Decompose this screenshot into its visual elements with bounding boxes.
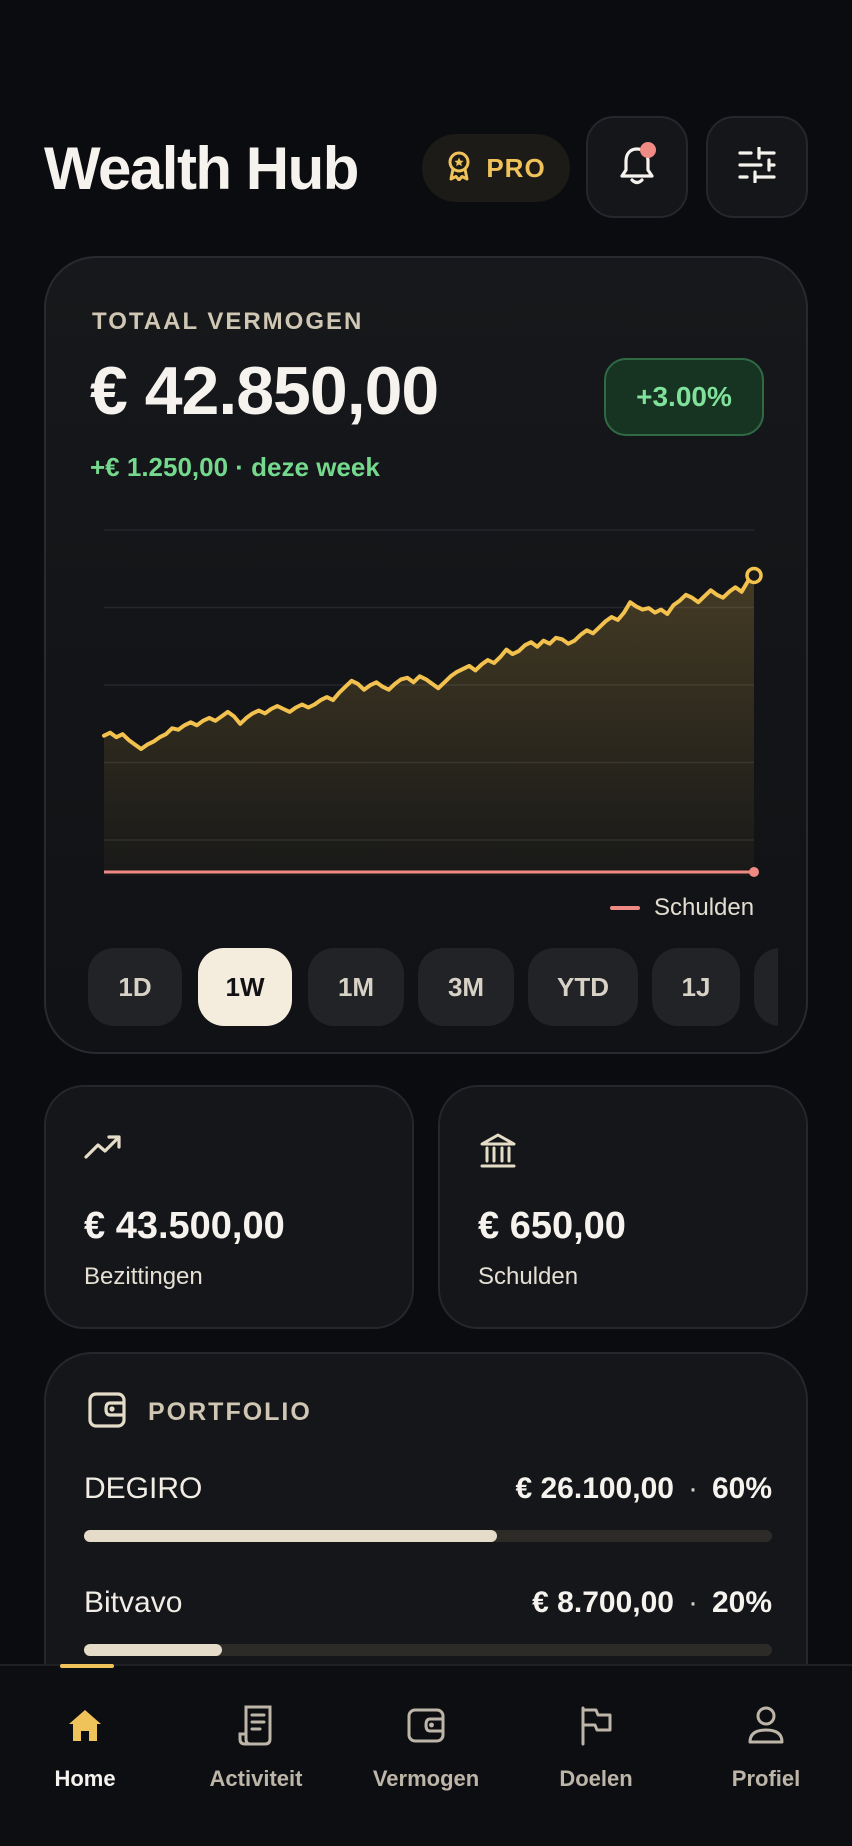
debt-end-point (749, 867, 759, 877)
nav-item-vermogen[interactable]: Vermogen (351, 1700, 501, 1800)
range-1d[interactable]: 1D (88, 948, 182, 1026)
nav-label-vermogen: Vermogen (372, 1766, 480, 1791)
range-1m[interactable]: 1M (308, 948, 404, 1026)
portfolio-item-name: DEGIRO (84, 1472, 203, 1505)
range-ytd[interactable]: YTD (528, 948, 638, 1026)
debts-amount: € 650,00 (478, 1205, 626, 1247)
filter-button[interactable] (706, 116, 808, 218)
portfolio-item-percent: 20% (711, 1586, 772, 1619)
bottom-nav: Home Activiteit Vermogen Doelen Profiel (0, 1664, 852, 1846)
portfolio-item-amount: € 26.100,00 (515, 1472, 674, 1505)
total-amount: € 42.850,00 (90, 353, 439, 429)
wealth-area (104, 575, 754, 876)
nav-item-profiel[interactable]: Profiel (691, 1700, 841, 1800)
nav-label-doelen: Doelen (559, 1766, 633, 1791)
nav-item-activiteit[interactable]: Activiteit (181, 1700, 331, 1800)
nav-label-profiel: Profiel (731, 1766, 801, 1791)
assets-amount: € 43.500,00 (84, 1205, 285, 1247)
range-1j[interactable]: 1J (652, 948, 740, 1026)
total-wealth-card: TOTAAL VERMOGEN € 42.850,00 +3.00% +€ 1.… (44, 256, 808, 1054)
portfolio-item-value: € 8.700,00 · 20% (532, 1586, 772, 1620)
trending-up-icon (84, 1131, 124, 1166)
portfolio-progress-fill (84, 1530, 497, 1542)
app-title: Wealth Hub (44, 135, 359, 202)
award-icon (446, 151, 472, 186)
nav-label-activiteit: Activiteit (209, 1766, 303, 1791)
nav-item-home[interactable]: Home (10, 1700, 160, 1800)
week-change: +€ 1.250,00 · deze week (90, 452, 380, 482)
bank-icon (478, 1131, 518, 1176)
portfolio-progress-fill (84, 1644, 222, 1656)
header: Wealth Hub PRO (44, 116, 808, 220)
receipt-icon (236, 1700, 276, 1750)
debt-legend-swatch (610, 906, 640, 910)
range-1w[interactable]: 1W (198, 948, 292, 1026)
notification-dot (640, 142, 656, 158)
wealth-end-point[interactable] (745, 566, 763, 585)
portfolio-item-name: Bitvavo (84, 1586, 183, 1619)
portfolio-item-amount: € 8.700,00 (532, 1586, 674, 1619)
range-selector: 1D 1W 1M 3M YTD 1J (88, 948, 778, 1028)
portfolio-item-percent: 60% (711, 1472, 772, 1505)
pro-badge[interactable]: PRO (422, 134, 570, 202)
nav-item-doelen[interactable]: Doelen (521, 1700, 671, 1800)
change-percent-badge: +3.00% (604, 358, 764, 436)
total-label: TOTAAL VERMOGEN (92, 308, 364, 335)
debts-label: Schulden (478, 1263, 579, 1290)
home-icon (65, 1700, 105, 1750)
user-icon (746, 1700, 786, 1750)
debts-card[interactable]: € 650,00 Schulden (438, 1085, 808, 1329)
range-more[interactable] (754, 948, 778, 1026)
wealth-chart[interactable] (46, 508, 808, 878)
portfolio-item-value: € 26.100,00 · 60% (515, 1472, 772, 1506)
nav-label-home: Home (54, 1766, 116, 1791)
assets-card[interactable]: € 43.500,00 Bezittingen (44, 1085, 414, 1329)
portfolio-item-separator: · (687, 1586, 698, 1619)
pro-label: PRO (486, 152, 546, 183)
flag-icon (576, 1700, 616, 1750)
chart-legend: Schulden (610, 894, 754, 922)
portfolio-progress-track (84, 1530, 772, 1542)
range-3m[interactable]: 3M (418, 948, 514, 1026)
portfolio-title: PORTFOLIO (148, 1398, 312, 1426)
notifications-button[interactable] (586, 116, 688, 218)
wallet-icon (406, 1700, 446, 1750)
assets-label: Bezittingen (84, 1263, 203, 1290)
sliders-icon (737, 145, 777, 188)
portfolio-item-separator: · (687, 1472, 698, 1505)
debt-legend-label: Schulden (654, 894, 755, 921)
portfolio-progress-track (84, 1644, 772, 1656)
nav-active-indicator (60, 1664, 114, 1668)
wallet-icon (86, 1388, 128, 1435)
